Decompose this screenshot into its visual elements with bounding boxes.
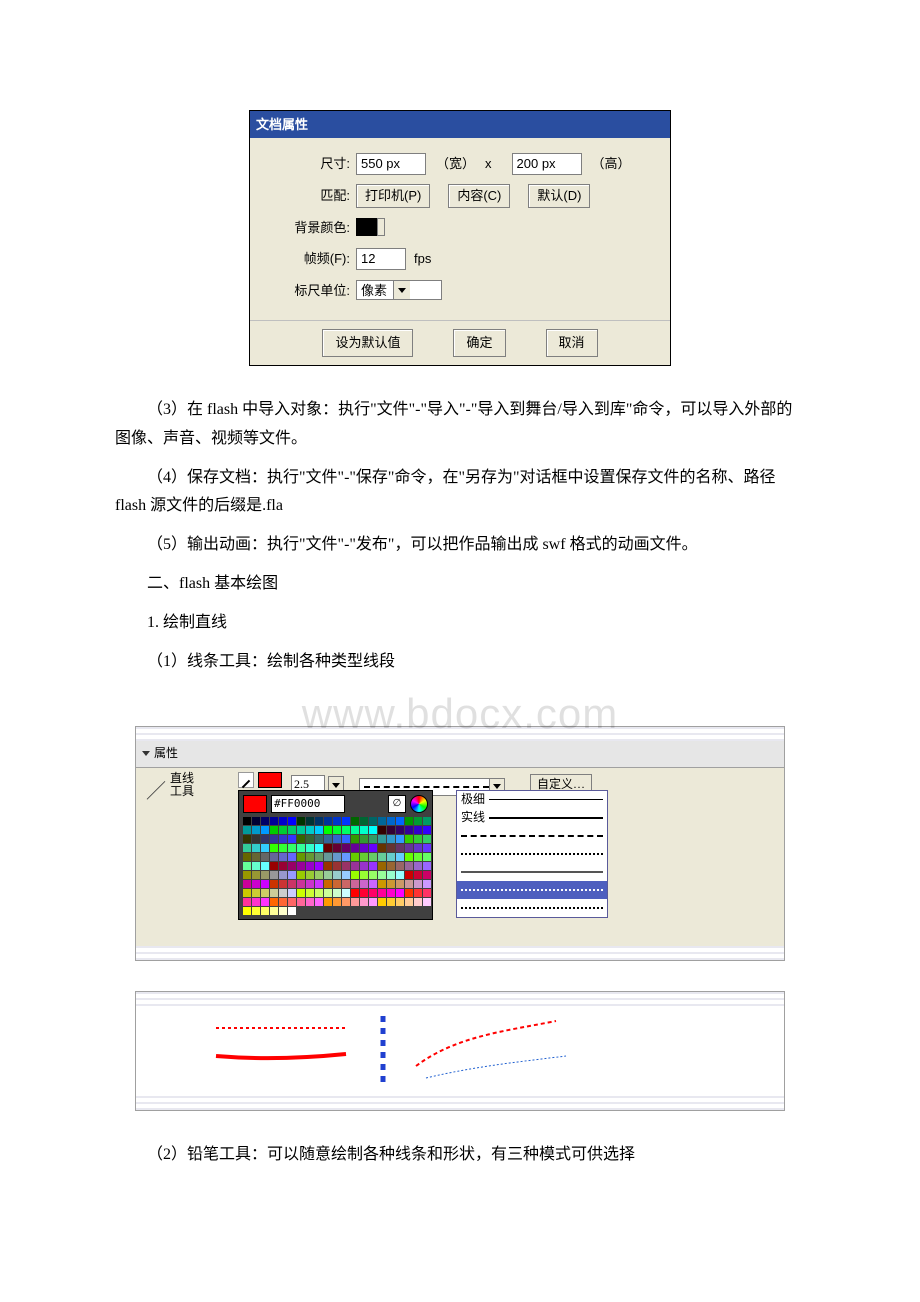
ruler-unit-select[interactable]: 像素 [356,280,442,300]
style-option-hatched[interactable] [457,899,607,917]
tool-name: 直线工具 [170,772,198,798]
color-picker-popup: #FF0000 ∅ [238,790,433,920]
x-separator: x [485,152,492,175]
stroke-color-control[interactable] [238,772,282,788]
ruler-value: 像素 [361,279,387,302]
fps-input[interactable]: 12 [356,248,406,270]
printer-button[interactable]: 打印机(P) [356,184,430,208]
content-button[interactable]: 内容(C) [448,184,510,208]
line-tool-properties-panel: 属性 ／ 直线工具 2.5 [135,726,785,961]
style-option-stipple[interactable] [457,881,607,899]
panel-header[interactable]: 属性 [136,741,784,768]
style-option-dashed[interactable] [457,827,607,845]
set-default-button[interactable]: 设为默认值 [322,329,413,357]
fps-unit: fps [414,247,431,270]
pencil-icon [238,772,254,788]
dialog-title: 文档属性 [250,111,670,138]
style-option-ragged[interactable] [457,863,607,881]
panel-title: 属性 [154,743,178,765]
para-3: （3）在 flash 中导入对象：执行"文件"-"导入"-"导入到舞台/导入到库… [115,396,805,454]
chevron-down-icon [393,281,410,299]
size-label: 尺寸: [260,152,356,175]
current-color-swatch [243,795,267,813]
style-option-solid[interactable]: 实线 [457,809,607,827]
fps-label: 帧频(F): [260,247,356,270]
height-input[interactable]: 200 px [512,153,582,175]
sub-1: 1. 绘制直线 [115,609,805,638]
sub-2: （2）铅笔工具：可以随意绘制各种线条和形状，有三种模式可供选择 [115,1141,805,1170]
cancel-button[interactable]: 取消 [546,329,598,357]
stroke-samples-box [135,991,785,1111]
ruler-label: 标尺单位: [260,279,356,302]
color-swatch-grid[interactable] [243,817,428,915]
stroke-style-dropdown[interactable]: 极细 实线 [456,790,608,918]
width-tag: （宽） [436,152,475,175]
dashed-style-preview [364,786,489,788]
ok-button[interactable]: 确定 [453,329,505,357]
document-properties-dialog: 文档属性 尺寸: 550 px （宽） x 200 px （高） 匹配: 打印机… [249,110,671,366]
heading-2: 二、flash 基本绘图 [115,570,805,599]
height-tag: （高） [592,152,631,175]
bg-color-label: 背景颜色: [260,216,356,239]
match-label: 匹配: [260,184,356,207]
width-input[interactable]: 550 px [356,153,426,175]
para-5: （5）输出动画：执行"文件"-"发布"，可以把作品输出成 swf 格式的动画文件… [115,531,805,560]
no-color-icon[interactable]: ∅ [388,795,406,813]
stroke-color-swatch [258,772,282,788]
line-tool-icon: ／ [142,772,170,810]
default-size-button[interactable]: 默认(D) [528,184,590,208]
para-4: （4）保存文档：执行"文件"-"保存"命令，在"另存为"对话框中设置保存文件的名… [115,464,805,522]
bg-color-swatch[interactable] [356,218,380,236]
sub-1a: （1）线条工具：绘制各种类型线段 [115,648,805,677]
color-wheel-icon[interactable] [410,795,428,813]
style-option-dotted[interactable] [457,845,607,863]
hex-input[interactable]: #FF0000 [271,795,345,813]
